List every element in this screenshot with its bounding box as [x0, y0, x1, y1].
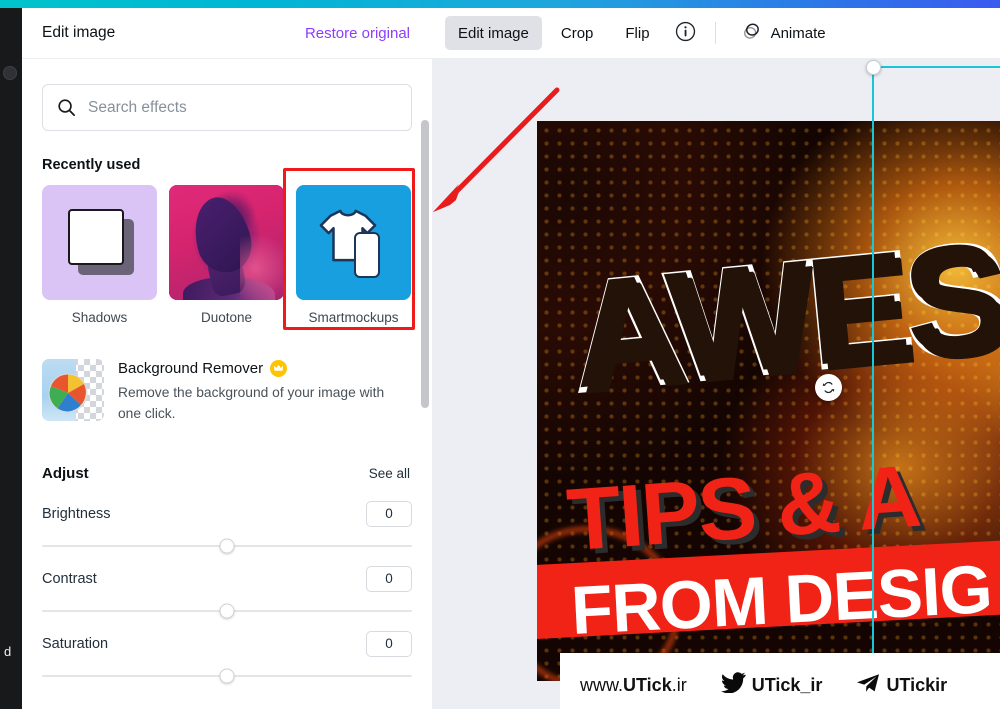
wm-name: UTick — [623, 674, 672, 695]
slider-contrast-row: Contrast 0 — [42, 565, 412, 592]
search-effects-box[interactable] — [42, 84, 412, 131]
animate-label: Animate — [770, 24, 826, 42]
animate-icon — [741, 20, 763, 46]
background-remover-title: Background Remover — [118, 360, 264, 377]
watermark-telegram: UTickir — [856, 673, 947, 698]
info-button[interactable] — [669, 16, 703, 50]
background-remover-description: Remove the background of your image with… — [118, 385, 385, 422]
effects-panel: Edit image Restore original Recently use… — [22, 8, 432, 709]
animate-button[interactable]: Animate — [728, 16, 839, 50]
slider-saturation-row: Saturation 0 — [42, 630, 412, 657]
adjust-title: Adjust — [42, 464, 89, 482]
canvas-area: Edit image Crop Flip Animate AWES TIPS &… — [432, 8, 1000, 709]
beach-ball-icon — [42, 359, 104, 421]
slider-brightness-row: Brightness 0 — [42, 500, 412, 527]
canvas-toolbar: Edit image Crop Flip Animate — [432, 8, 1000, 59]
toolbar-divider — [714, 22, 716, 44]
resize-handle[interactable] — [866, 60, 881, 75]
search-icon — [57, 98, 76, 117]
poster-headline-1: AWES — [562, 208, 1000, 426]
slider-contrast: Contrast 0 — [42, 565, 412, 619]
effect-label-smartmockups: Smartmockups — [308, 310, 399, 325]
smartmockups-thumb — [296, 185, 411, 300]
crown-icon — [270, 360, 288, 377]
watermark-website-text: www.UTick.ir — [580, 675, 687, 696]
slider-contrast-track[interactable] — [42, 603, 412, 619]
background-remover-title-row: Background Remover — [118, 360, 388, 377]
twitter-icon — [720, 672, 746, 698]
panel-header: Edit image Restore original — [22, 8, 432, 59]
info-icon — [675, 21, 696, 45]
effect-label-duotone: Duotone — [200, 310, 253, 325]
selection-guide-vertical — [872, 60, 874, 709]
watermark-bar: www.UTick.ir UTick_ir UTickir — [560, 653, 1000, 709]
effect-card-smartmockups[interactable]: Smartmockups — [296, 185, 411, 325]
slider-saturation-label: Saturation — [42, 635, 109, 652]
panel-scrollbar-track[interactable] — [418, 60, 432, 709]
slider-saturation-track[interactable] — [42, 668, 412, 684]
effect-card-duotone[interactable]: Duotone — [169, 185, 284, 325]
slider-saturation: Saturation 0 — [42, 630, 412, 684]
recently-used-heading: Recently used — [42, 157, 141, 173]
poster-text-layer: AWES TIPS & A FROM DESIG — [537, 121, 1000, 681]
slider-contrast-value[interactable]: 0 — [366, 565, 412, 592]
panel-body: Recently used Shadows — [22, 84, 432, 709]
slider-brightness-knob[interactable] — [219, 538, 235, 554]
duotone-highlight — [240, 233, 284, 300]
slider-contrast-knob[interactable] — [219, 603, 235, 619]
watermark-twitter-handle: UTick_ir — [751, 674, 823, 695]
adjust-section-header: Adjust See all — [42, 465, 412, 482]
restore-original-button[interactable]: Restore original — [305, 25, 410, 42]
poster-headline-1-text: AWES — [562, 208, 1000, 426]
shadow-front-square — [68, 209, 124, 265]
background-remover-item[interactable]: Background Remover Remove the background… — [42, 359, 412, 425]
recently-used-list: Shadows Duotone Smartmockups — [42, 185, 412, 325]
app-window: d Edit image Restore original Recently u… — [0, 0, 1000, 709]
title-bar-gradient — [0, 0, 1000, 8]
tab-edit-image[interactable]: Edit image — [445, 16, 542, 50]
rail-partial-label: d — [4, 644, 12, 659]
left-sidebar-rail[interactable]: d — [0, 8, 22, 709]
telegram-icon — [856, 673, 880, 698]
duotone-thumb — [169, 185, 284, 300]
slider-saturation-value[interactable]: 0 — [366, 630, 412, 657]
slider-brightness: Brightness 0 — [42, 500, 412, 554]
slider-brightness-label: Brightness — [42, 505, 111, 522]
shadows-thumb — [42, 185, 157, 300]
tab-crop[interactable]: Crop — [548, 16, 607, 50]
selection-guide-horizontal — [872, 66, 1000, 68]
wm-suffix: .ir — [671, 674, 687, 695]
slider-brightness-track[interactable] — [42, 538, 412, 554]
panel-scrollbar-thumb[interactable] — [421, 120, 429, 408]
tab-flip[interactable]: Flip — [612, 16, 662, 50]
phone-icon — [354, 232, 380, 278]
effect-label-shadows: Shadows — [71, 310, 128, 325]
effect-card-shadows[interactable]: Shadows — [42, 185, 157, 325]
rotate-icon — [822, 381, 835, 394]
wm-prefix: www. — [580, 674, 624, 695]
slider-brightness-value[interactable]: 0 — [366, 500, 412, 527]
slider-contrast-label: Contrast — [42, 570, 97, 587]
rotate-handle[interactable] — [815, 374, 842, 401]
see-all-button[interactable]: See all — [369, 466, 410, 481]
poster-image[interactable]: AWES TIPS & A FROM DESIG — [537, 121, 1000, 681]
watermark-twitter: UTick_ir — [720, 672, 823, 698]
watermark-website: www.UTick.ir — [580, 675, 687, 696]
rail-app-icon[interactable] — [3, 66, 17, 80]
search-input[interactable] — [88, 98, 397, 117]
slider-saturation-knob[interactable] — [219, 668, 235, 684]
beach-ball-shape — [48, 373, 88, 413]
watermark-telegram-handle: UTickir — [886, 674, 948, 695]
panel-title: Edit image — [42, 24, 116, 41]
background-remover-text: Background Remover Remove the background… — [118, 359, 388, 425]
